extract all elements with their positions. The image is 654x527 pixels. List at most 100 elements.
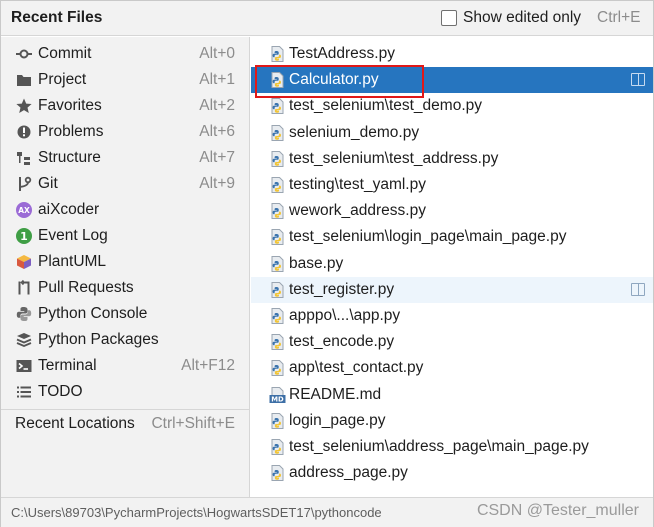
recent-locations-item[interactable]: Recent Locations Ctrl+Shift+E bbox=[1, 411, 250, 437]
nav-item-label: PlantUML bbox=[38, 253, 107, 270]
file-row[interactable]: testing\test_yaml.py bbox=[251, 172, 653, 198]
nav-item-commit[interactable]: Commit Alt+0 bbox=[1, 41, 250, 67]
warning-icon bbox=[15, 123, 33, 141]
nav-item-label: Favorites bbox=[38, 97, 102, 114]
nav-item-todo[interactable]: TODO bbox=[1, 379, 250, 405]
python-file-icon bbox=[269, 255, 287, 273]
file-row[interactable]: base.py bbox=[251, 251, 653, 277]
nav-item-python-packages[interactable]: Python Packages bbox=[1, 327, 250, 353]
nav-item-plantuml[interactable]: PlantUML bbox=[1, 249, 250, 275]
status-footer: C:\Users\89703\PycharmProjects\HogwartsS… bbox=[1, 497, 653, 527]
file-row[interactable]: address_page.py bbox=[251, 460, 653, 486]
nav-item-problems[interactable]: Problems Alt+6 bbox=[1, 119, 250, 145]
nav-item-python-console[interactable]: Python Console bbox=[1, 301, 250, 327]
nav-item-label: Problems bbox=[38, 123, 104, 140]
nav-item-shortcut: Alt+9 bbox=[199, 175, 235, 192]
file-row[interactable]: login_page.py bbox=[251, 408, 653, 434]
nav-item-shortcut: Alt+1 bbox=[199, 71, 235, 88]
nav-item-aixcoder[interactable]: AX aiXcoder bbox=[1, 197, 250, 223]
nav-item-shortcut: Alt+6 bbox=[199, 123, 235, 140]
tool-window-list: Commit Alt+0 Project Alt+1 Favorites Alt… bbox=[1, 37, 250, 497]
nav-item-project[interactable]: Project Alt+1 bbox=[1, 67, 250, 93]
file-row[interactable]: selenium_demo.py bbox=[251, 120, 653, 146]
nav-item-label: Structure bbox=[38, 149, 101, 166]
file-name: test_selenium\test_demo.py bbox=[289, 97, 482, 115]
file-row[interactable]: test_selenium\test_address.py bbox=[251, 146, 653, 172]
file-row[interactable]: TestAddress.py bbox=[251, 41, 653, 67]
nav-item-label: Terminal bbox=[38, 357, 97, 374]
pull-request-icon bbox=[15, 279, 33, 297]
nav-item-git[interactable]: Git Alt+9 bbox=[1, 171, 250, 197]
terminal-icon bbox=[15, 357, 33, 375]
nav-item-favorites[interactable]: Favorites Alt+2 bbox=[1, 93, 250, 119]
python-file-icon bbox=[269, 176, 287, 194]
file-name: base.py bbox=[289, 254, 344, 272]
python-file-icon bbox=[269, 228, 287, 246]
recent-locations-label: Recent Locations bbox=[15, 415, 135, 432]
file-path: C:\Users\89703\PycharmProjects\HogwartsS… bbox=[11, 505, 382, 520]
event-log-icon: 1 bbox=[15, 227, 33, 245]
nav-item-shortcut: Alt+2 bbox=[199, 97, 235, 114]
nav-item-label: Event Log bbox=[38, 227, 108, 244]
markdown-file-icon: MD bbox=[269, 386, 287, 404]
git-branch-icon bbox=[15, 175, 33, 193]
nav-item-structure[interactable]: Structure Alt+7 bbox=[1, 145, 250, 171]
nav-item-shortcut: Alt+0 bbox=[199, 45, 235, 62]
file-row[interactable]: Calculator.py bbox=[251, 65, 653, 99]
recent-locations-shortcut: Ctrl+Shift+E bbox=[151, 415, 235, 432]
commit-icon bbox=[15, 45, 33, 63]
aixcoder-icon: AX bbox=[15, 201, 33, 219]
nav-item-label: Project bbox=[38, 71, 87, 88]
file-row[interactable]: test_selenium\login_page\main_page.py bbox=[251, 224, 653, 250]
file-name: test_selenium\address_page\main_page.py bbox=[289, 438, 589, 455]
show-edited-only-label[interactable]: Show edited only bbox=[463, 9, 581, 27]
file-name: testing\test_yaml.py bbox=[289, 176, 426, 193]
nav-item-shortcut: Alt+7 bbox=[199, 149, 235, 166]
file-name: address_page.py bbox=[289, 464, 408, 482]
recent-files-list: TestAddress.py Calculator.py test_selenium… bbox=[251, 37, 653, 497]
nav-item-label: Python Console bbox=[38, 305, 148, 322]
folder-icon bbox=[15, 71, 33, 89]
python-file-icon bbox=[269, 464, 287, 482]
python-file-icon bbox=[269, 307, 287, 325]
file-name: login_page.py bbox=[289, 411, 386, 429]
file-name: app\test_contact.py bbox=[289, 359, 424, 377]
file-row[interactable]: test_selenium\address_page\main_page.py bbox=[251, 434, 653, 460]
file-row[interactable]: test_register.py bbox=[251, 276, 653, 303]
file-row[interactable]: MD README.md bbox=[251, 382, 653, 408]
python-file-icon bbox=[269, 71, 287, 89]
python-file-icon bbox=[269, 45, 287, 63]
open-in-split-icon[interactable] bbox=[631, 282, 645, 296]
file-row[interactable]: test_encode.py bbox=[251, 329, 653, 355]
file-name: README.md bbox=[289, 385, 382, 403]
file-row[interactable]: apppo\...\app.py bbox=[251, 303, 653, 329]
python-file-icon bbox=[269, 124, 287, 142]
structure-icon bbox=[15, 149, 33, 167]
svg-text:AX: AX bbox=[18, 206, 30, 215]
python-file-icon bbox=[269, 359, 287, 377]
show-edited-only-shortcut: Ctrl+E bbox=[597, 9, 641, 26]
todo-list-icon bbox=[15, 383, 33, 401]
popup-header: Recent Files Show edited only Ctrl+E bbox=[1, 1, 653, 36]
python-file-icon bbox=[269, 281, 287, 299]
packages-icon bbox=[15, 331, 33, 349]
file-name: selenium_demo.py bbox=[289, 123, 420, 141]
python-icon bbox=[15, 305, 33, 323]
file-row[interactable]: test_selenium\test_demo.py bbox=[251, 93, 653, 119]
python-file-icon bbox=[269, 202, 287, 220]
python-file-icon bbox=[269, 438, 287, 456]
popup-title: Recent Files bbox=[11, 9, 103, 26]
python-file-icon bbox=[269, 150, 287, 168]
divider bbox=[1, 409, 250, 410]
nav-item-pull-requests[interactable]: Pull Requests bbox=[1, 275, 250, 301]
file-row[interactable]: app\test_contact.py bbox=[251, 355, 653, 381]
nav-item-shortcut: Alt+F12 bbox=[181, 357, 235, 374]
show-edited-only-checkbox[interactable] bbox=[441, 10, 457, 26]
file-row[interactable]: wework_address.py bbox=[251, 198, 653, 224]
python-file-icon bbox=[269, 412, 287, 430]
file-name: wework_address.py bbox=[289, 202, 426, 220]
nav-item-terminal[interactable]: Terminal Alt+F12 bbox=[1, 353, 250, 379]
file-name: test_selenium\login_page\main_page.py bbox=[289, 228, 567, 246]
nav-item-event-log[interactable]: 1 Event Log bbox=[1, 223, 250, 249]
open-in-split-icon[interactable] bbox=[631, 73, 645, 87]
